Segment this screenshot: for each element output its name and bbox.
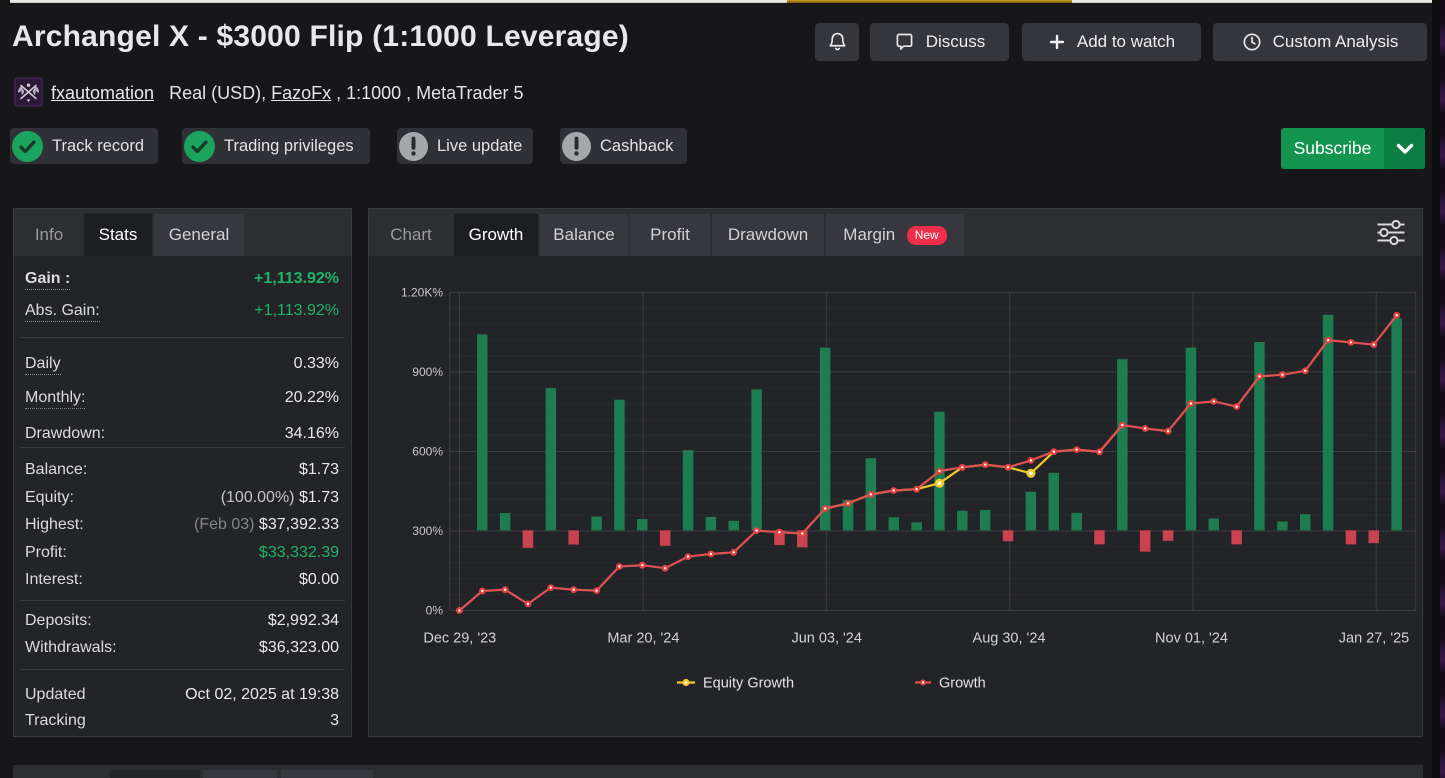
svg-text:Dec 29, '23: Dec 29, '23: [423, 631, 496, 647]
svg-text:Jan 27, '25: Jan 27, '25: [1339, 631, 1410, 647]
svg-text:Growth: Growth: [939, 676, 986, 692]
svg-text:900%: 900%: [412, 365, 443, 379]
svg-text:Aug 30, '24: Aug 30, '24: [973, 631, 1046, 647]
svg-text:1.20K%: 1.20K%: [401, 285, 443, 299]
svg-text:Nov 01, '24: Nov 01, '24: [1155, 631, 1228, 647]
svg-text:300%: 300%: [412, 524, 443, 538]
svg-text:Mar 20, '24: Mar 20, '24: [607, 631, 679, 647]
svg-text:Equity Growth: Equity Growth: [703, 676, 794, 692]
svg-text:Jun 03, '24: Jun 03, '24: [791, 631, 862, 647]
svg-text:600%: 600%: [412, 445, 443, 459]
svg-text:0%: 0%: [426, 604, 444, 618]
